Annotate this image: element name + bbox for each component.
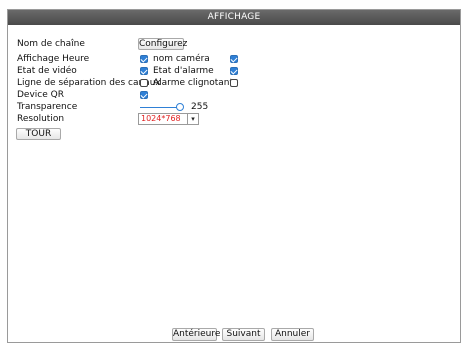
alarm-state-label: Etat d'alarme: [153, 66, 214, 76]
time-display-label: Affichage Heure: [17, 54, 90, 64]
channel-name-label: Nom de chaîne: [17, 39, 85, 49]
chevron-down-icon: ▾: [187, 114, 198, 124]
channel-separator-checkbox[interactable]: [140, 79, 148, 87]
previous-button[interactable]: Antérieure: [172, 328, 220, 341]
next-button[interactable]: Suivant: [222, 328, 265, 341]
transparency-value: 255: [191, 102, 209, 112]
alarm-state-checkbox[interactable]: [230, 67, 238, 75]
window-title: AFFICHAGE: [8, 10, 460, 25]
blinking-alarm-checkbox[interactable]: [230, 79, 238, 87]
resolution-selected-value: 1024*768: [141, 114, 181, 123]
cancel-button[interactable]: Annuler: [271, 328, 314, 341]
resolution-label: Resolution: [17, 114, 65, 124]
resolution-select[interactable]: 1024*768 ▾: [138, 113, 199, 125]
video-state-label: Etat de vidéo: [17, 66, 77, 76]
video-state-checkbox[interactable]: [140, 67, 148, 75]
tour-button[interactable]: TOUR: [16, 128, 61, 140]
camera-name-label: nom caméra: [153, 54, 210, 64]
transparency-label: Transparence: [17, 102, 78, 112]
display-settings-window: AFFICHAGE Nom de chaîne Configurez Affic…: [7, 9, 461, 343]
transparency-slider-thumb[interactable]: [176, 103, 184, 111]
time-display-checkbox[interactable]: [140, 55, 148, 63]
camera-name-checkbox[interactable]: [230, 55, 238, 63]
transparency-slider-track[interactable]: [140, 107, 180, 108]
device-qr-label: Device QR: [17, 90, 64, 100]
blinking-alarm-label: Alarme clignotante: [153, 78, 239, 88]
device-qr-checkbox[interactable]: [140, 91, 148, 99]
configure-button[interactable]: Configurez: [138, 38, 187, 50]
